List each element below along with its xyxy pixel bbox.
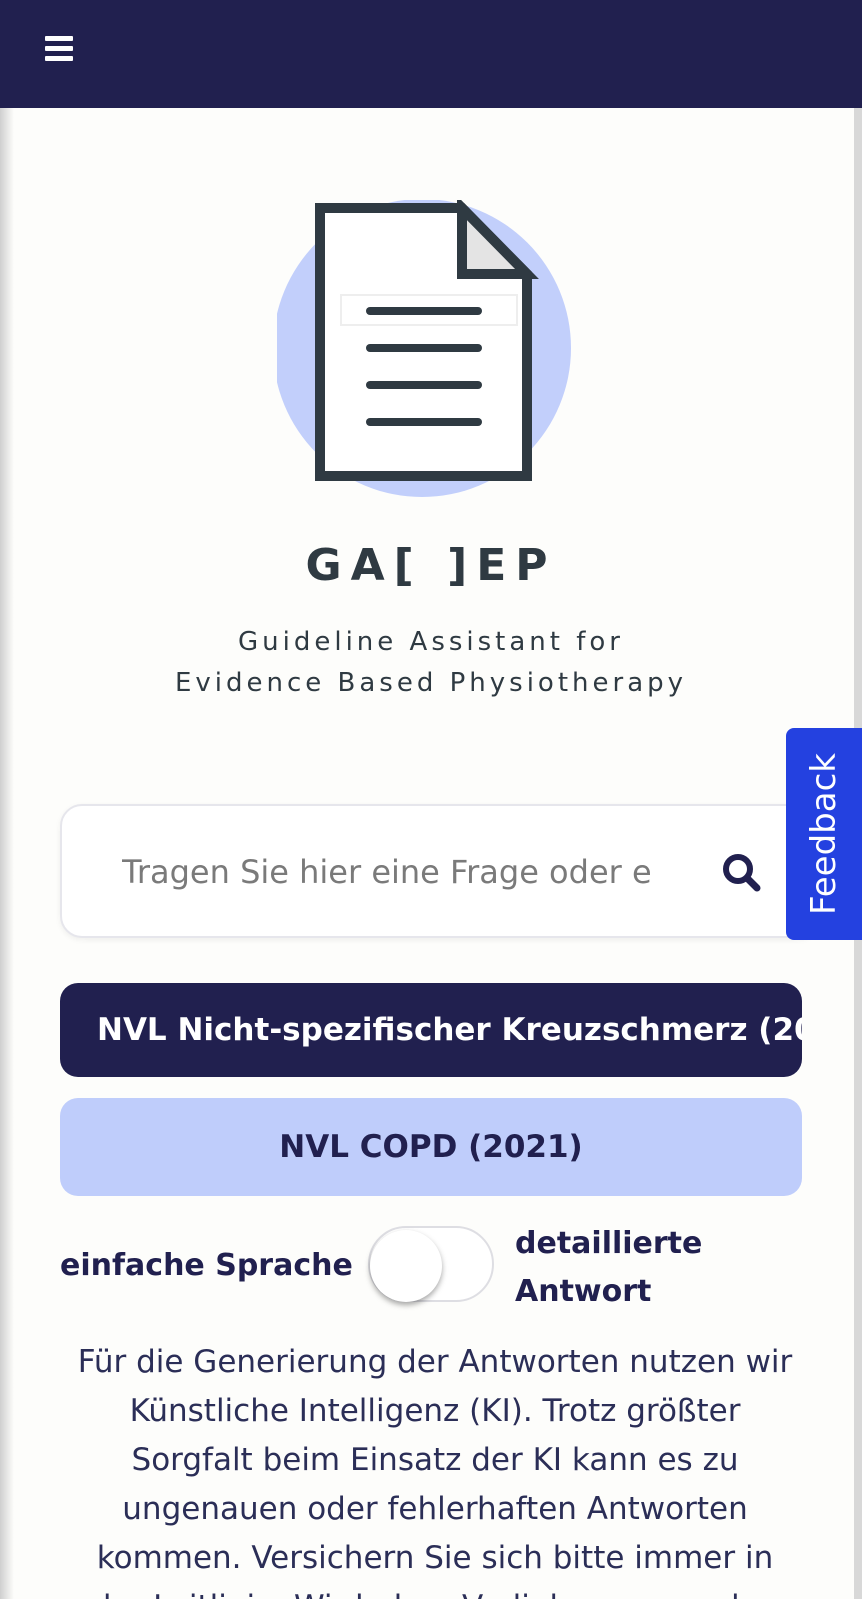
toggle-label-detailed-line1: detaillierte xyxy=(515,1226,703,1261)
app-subtitle-line1: Guideline Assistant for xyxy=(238,627,624,657)
guideline-button-copd[interactable]: NVL COPD (2021) xyxy=(60,1098,802,1196)
hamburger-menu-icon[interactable] xyxy=(45,36,73,62)
search-button[interactable] xyxy=(717,848,767,898)
app-page: GA[ ]EP Guideline Assistant for Evidence… xyxy=(0,0,862,1599)
toggle-label-detailed-line2: Antwort xyxy=(515,1274,652,1309)
top-navbar xyxy=(0,0,862,108)
feedback-label: Feedback xyxy=(804,753,844,915)
app-title: GA[ ]EP xyxy=(305,540,557,591)
toggle-knob xyxy=(370,1230,442,1302)
search-box xyxy=(60,804,820,938)
document-icon xyxy=(277,200,571,497)
toggle-label-detailed: detaillierte Antwort xyxy=(515,1220,745,1316)
guideline-label: NVL Nicht-spezifischer Kreuzschmerz (201… xyxy=(97,1012,802,1048)
ai-disclaimer-text: Für die Generierung der Antworten nutzen… xyxy=(77,1344,793,1599)
language-detail-toggle[interactable] xyxy=(368,1226,494,1302)
guideline-button-kreuzschmerz[interactable]: NVL Nicht-spezifischer Kreuzschmerz (201… xyxy=(60,983,802,1077)
search-input[interactable] xyxy=(122,844,712,900)
left-edge-shadow xyxy=(0,108,14,1599)
toggle-label-simple: einfache Sprache xyxy=(60,1248,353,1283)
app-subtitle-line2: Evidence Based Physiotherapy xyxy=(174,668,688,698)
search-icon xyxy=(723,854,761,892)
feedback-tab[interactable]: Feedback xyxy=(786,728,862,940)
guideline-label: NVL COPD (2021) xyxy=(279,1129,583,1165)
